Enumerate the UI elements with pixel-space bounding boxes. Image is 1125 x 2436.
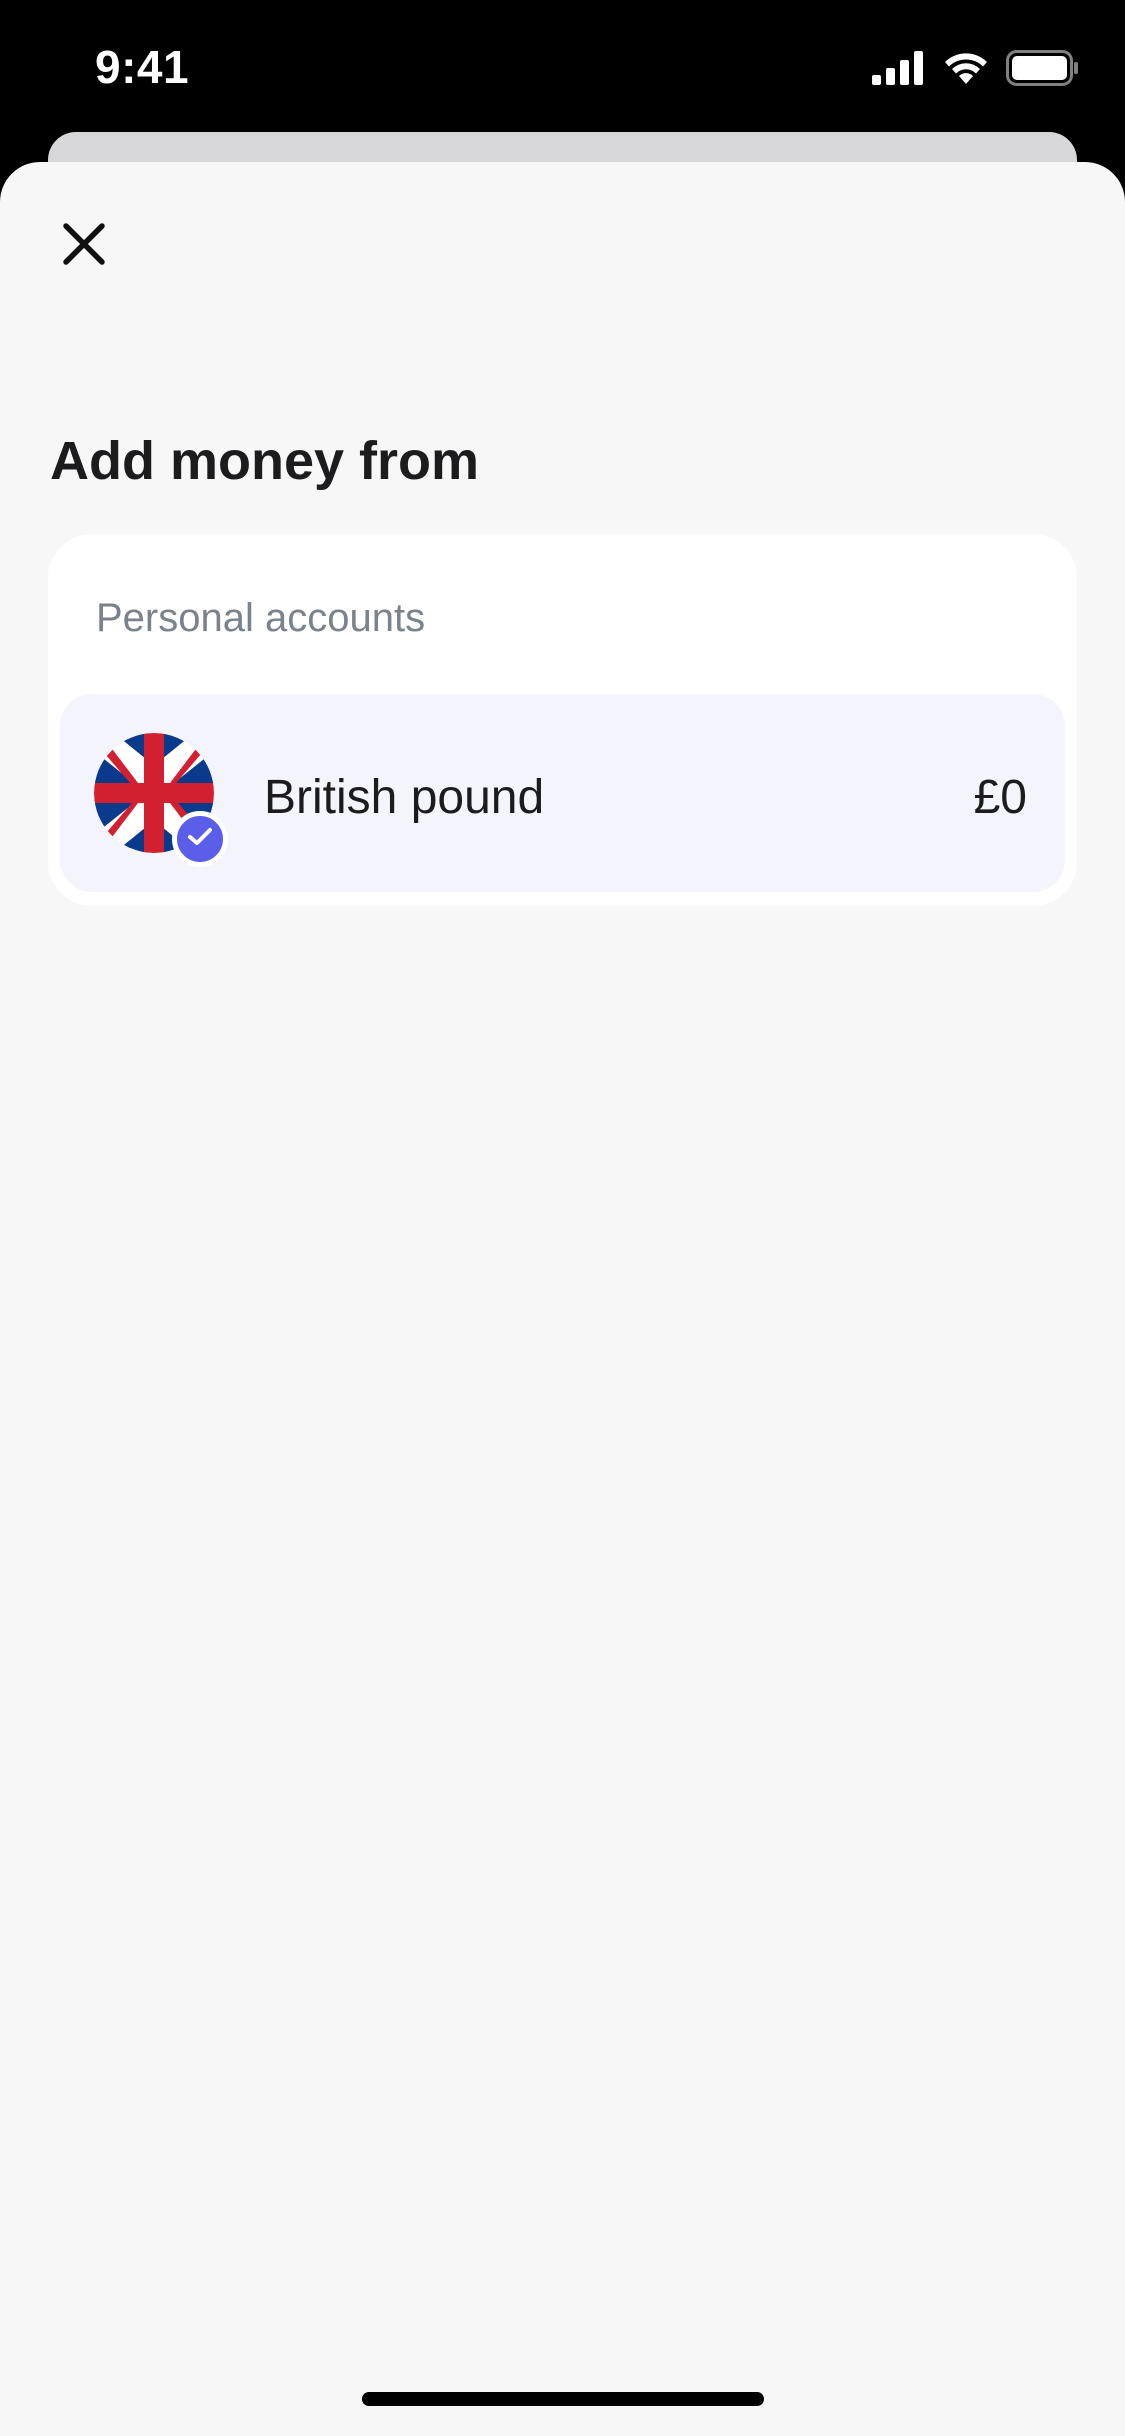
check-icon: [187, 827, 213, 852]
cellular-signal-icon: [872, 50, 926, 90]
bottom-sheet: Add money from Personal accounts British…: [0, 162, 1125, 2436]
close-button[interactable]: [50, 212, 118, 280]
screen: 9:41 Add money from Personal accounts Br…: [0, 0, 1125, 2436]
wifi-icon: [942, 50, 990, 91]
page-title: Add money from: [50, 431, 480, 491]
account-balance: £0: [973, 771, 1027, 824]
battery-icon: [1006, 49, 1080, 91]
status-time: 9:41: [95, 41, 190, 93]
section-label-personal-accounts: Personal accounts: [96, 596, 426, 640]
status-bar: 9:41: [0, 0, 1125, 135]
home-indicator[interactable]: [362, 2392, 764, 2406]
selected-badge: [172, 811, 228, 867]
account-item-british-pound[interactable]: British pound £0: [60, 694, 1065, 892]
accounts-card: Personal accounts British pound £0: [48, 534, 1077, 906]
account-name: British pound: [264, 771, 545, 824]
account-avatar: [94, 733, 228, 867]
status-icons: [872, 48, 1080, 92]
close-icon: [62, 222, 106, 271]
